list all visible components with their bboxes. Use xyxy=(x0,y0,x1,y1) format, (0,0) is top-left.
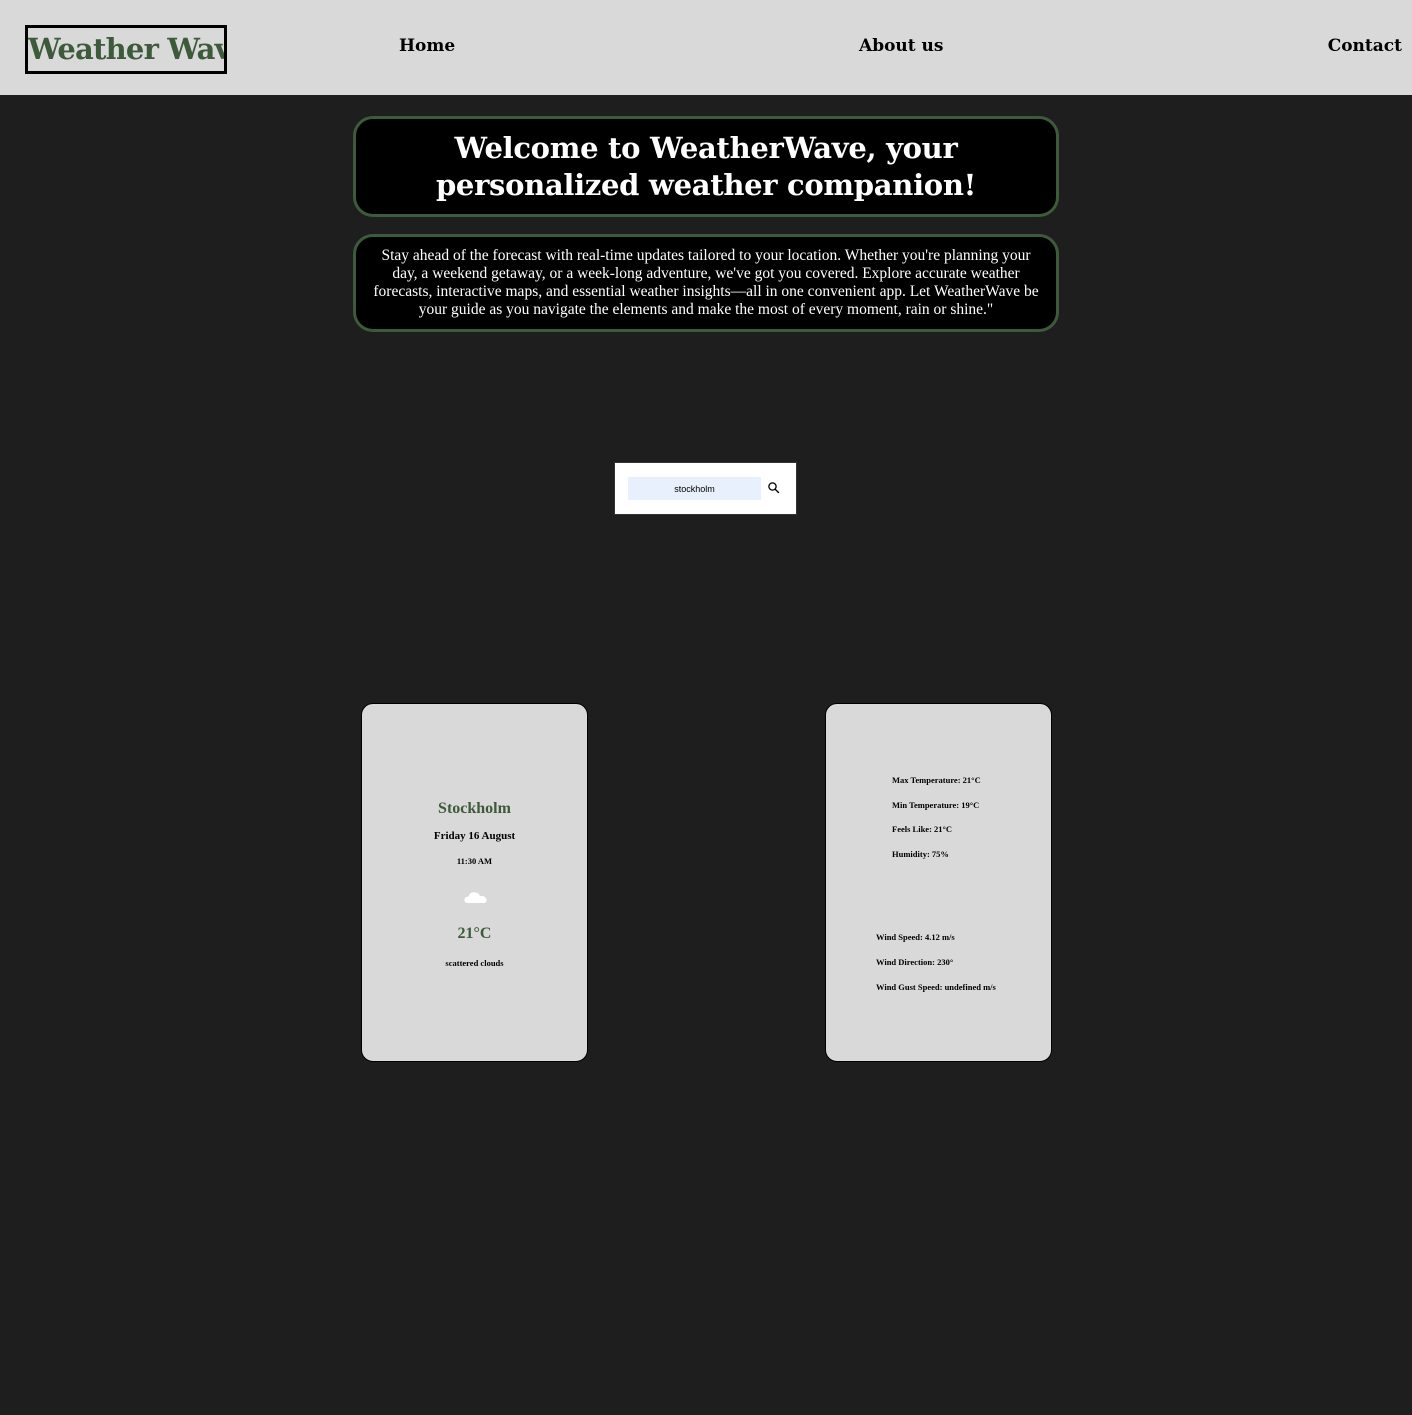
nav-link-contact[interactable]: Contact xyxy=(1328,34,1402,58)
wind-speed: Wind Speed: 4.12 m/s xyxy=(876,932,955,942)
top-navigation-bar: Weather Wave Home About us Contact xyxy=(0,0,1412,95)
min-temperature: Min Temperature: 19°C xyxy=(892,800,980,810)
weather-details-card: Max Temperature: 21°C Min Temperature: 1… xyxy=(825,703,1052,1062)
search-button[interactable] xyxy=(766,480,782,496)
humidity: Humidity: 75% xyxy=(892,849,949,859)
logo[interactable]: Weather Wave xyxy=(25,25,227,74)
intro-text: Stay ahead of the forecast with real-tim… xyxy=(373,247,1039,318)
current-time: 11:30 AM xyxy=(456,856,493,866)
welcome-banner: Welcome to WeatherWave, your personalize… xyxy=(353,116,1059,217)
feels-like: Feels Like: 21°C xyxy=(892,824,953,834)
city-name: Stockholm xyxy=(438,800,511,817)
search-icon xyxy=(768,482,780,494)
nav-link-about-us[interactable]: About us xyxy=(859,34,943,58)
wind-direction: Wind Direction: 230° xyxy=(876,957,954,967)
wind-gust-speed: Wind Gust Speed: undefined m/s xyxy=(876,982,996,992)
welcome-title: Welcome to WeatherWave, your personalize… xyxy=(435,130,977,202)
weather-description: scattered clouds xyxy=(445,958,504,968)
city-search-input[interactable] xyxy=(628,477,761,500)
max-temperature: Max Temperature: 21°C xyxy=(892,775,981,785)
cloud-icon xyxy=(464,892,487,903)
search-box xyxy=(614,462,797,515)
current-date: Friday 16 August xyxy=(433,830,516,842)
intro-panel: Stay ahead of the forecast with real-tim… xyxy=(353,234,1059,332)
current-temperature: 21°C xyxy=(457,925,492,942)
current-weather-card: Stockholm Friday 16 August 11:30 AM 21°C… xyxy=(361,703,588,1062)
nav-link-home[interactable]: Home xyxy=(399,34,455,58)
